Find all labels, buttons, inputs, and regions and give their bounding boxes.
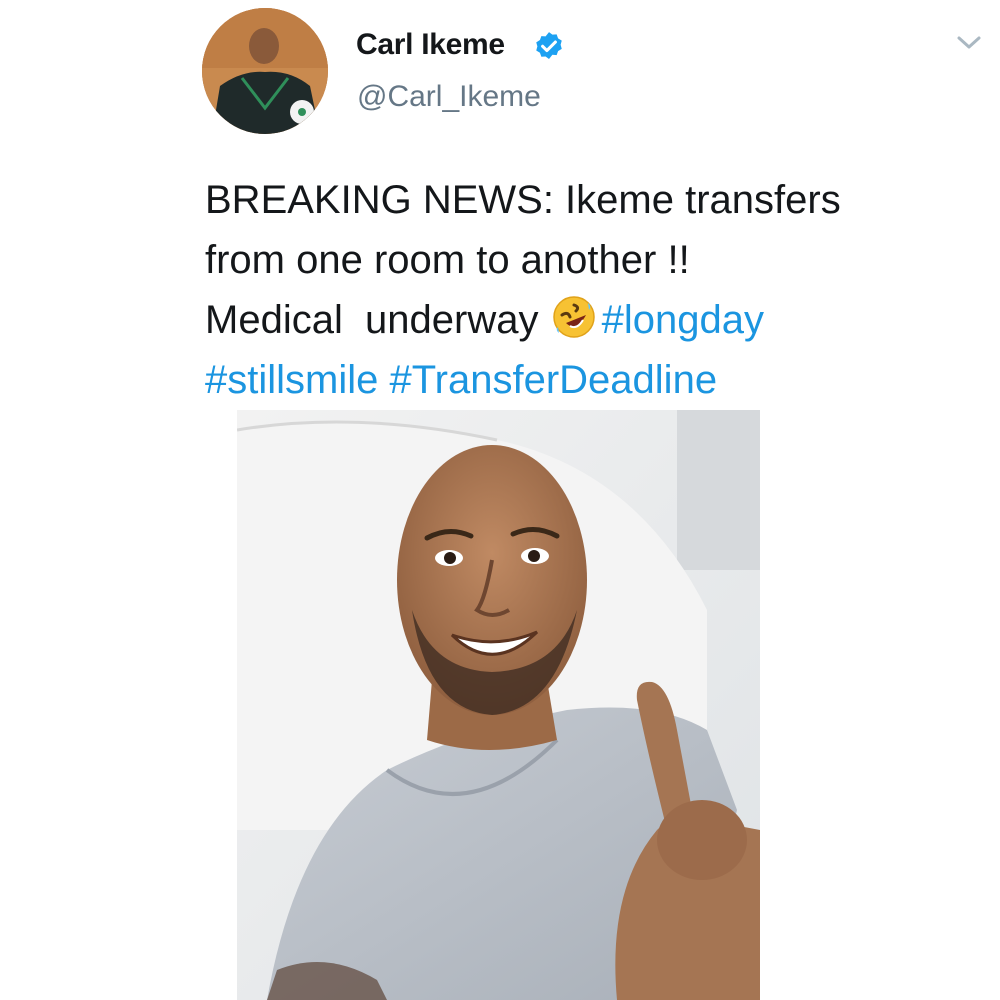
- tweet-card: Carl Ikeme @Carl_Ikeme BREAKING NEWS: Ik…: [0, 0, 1000, 1000]
- hospital-selfie-photo: [237, 410, 760, 1000]
- tweet-media-photo[interactable]: [237, 410, 760, 1000]
- avatar-photo: [202, 8, 328, 134]
- tweet-text-line-1: BREAKING NEWS: Ikeme transfers: [205, 178, 841, 222]
- tweet-text: BREAKING NEWS: Ikeme transfers from one …: [205, 170, 995, 410]
- hashtag-link-transferdeadline[interactable]: #TransferDeadline: [389, 358, 717, 402]
- hashtag-link-stillsmile[interactable]: #stillsmile: [205, 358, 378, 402]
- tweet-text-line-2: from one room to another !!: [205, 238, 690, 282]
- chevron-down-icon[interactable]: [956, 34, 982, 52]
- avatar[interactable]: [202, 8, 328, 134]
- tweet-text-line-3: Medical underway: [205, 298, 550, 342]
- rolling-laughing-emoji-icon: [552, 296, 595, 338]
- verified-badge-icon: [536, 32, 562, 60]
- hashtag-link-longday[interactable]: #longday: [602, 298, 764, 342]
- author-display-name[interactable]: Carl Ikeme: [356, 28, 505, 62]
- author-handle[interactable]: @Carl_Ikeme: [357, 80, 541, 114]
